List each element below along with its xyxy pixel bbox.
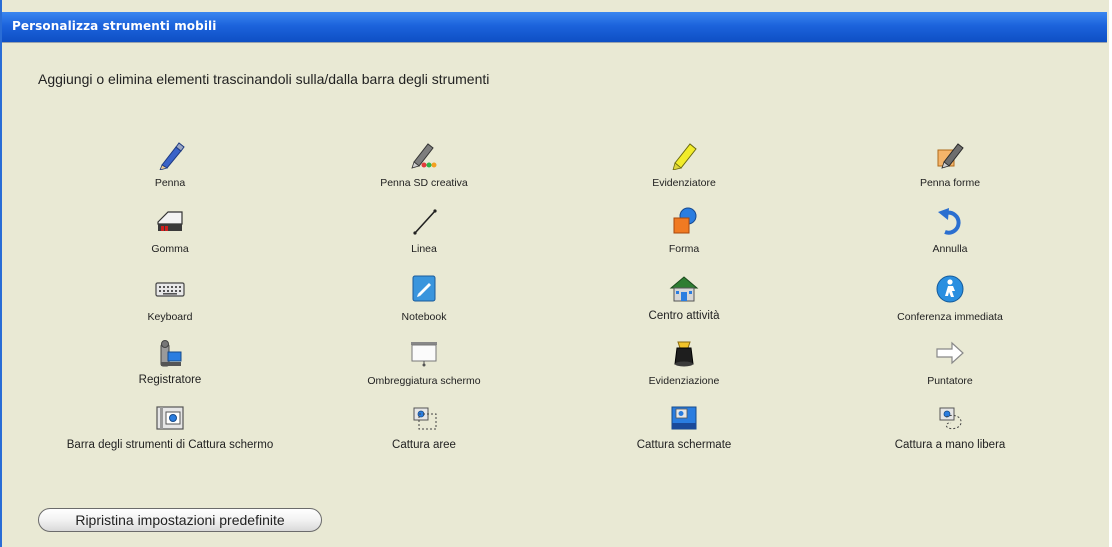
screen-capture-icon <box>668 403 700 433</box>
tool-label: Annulla <box>932 243 968 255</box>
screen-capture-toolbar-icon <box>154 403 186 433</box>
tool-label: Centro attività <box>648 310 720 322</box>
tool-label: Cattura a mano libera <box>894 439 1006 451</box>
line-icon <box>408 206 440 236</box>
tool-label: Puntatore <box>927 375 973 387</box>
tool-cattura-aree[interactable]: Cattura aree <box>274 403 574 458</box>
tool-label: Ombreggiatura schermo <box>367 375 481 387</box>
activity-center-icon <box>668 274 700 304</box>
tool-evidenziazione[interactable]: Evidenziazione <box>534 338 834 393</box>
highlighter-icon <box>668 140 700 170</box>
tool-centro-attivita[interactable]: Centro attività <box>534 274 834 329</box>
instructions-text: Aggiungi o elimina elementi trascinandol… <box>38 71 490 87</box>
shape-pen-icon <box>934 140 966 170</box>
tool-label: Linea <box>411 243 437 255</box>
tool-notebook[interactable]: Notebook <box>274 274 574 329</box>
tool-linea[interactable]: Linea <box>274 206 574 261</box>
tool-cattura-schermate[interactable]: Cattura schermate <box>534 403 834 458</box>
window-title: Personalizza strumenti mobili <box>12 19 217 33</box>
tool-puntatore[interactable]: Puntatore <box>800 338 1100 393</box>
tool-conferenza-immediata[interactable]: Conferenza immediata <box>800 274 1100 329</box>
tool-annulla[interactable]: Annulla <box>800 206 1100 261</box>
tool-penna-sd-creativa[interactable]: Penna SD creativa <box>274 140 574 195</box>
shape-icon <box>668 206 700 236</box>
tool-forma[interactable]: Forma <box>534 206 834 261</box>
tool-ombreggiatura-schermo[interactable]: Ombreggiatura schermo <box>274 338 574 393</box>
creative-pen-icon <box>408 140 440 170</box>
keyboard-icon <box>154 274 186 304</box>
tool-label: Penna SD creativa <box>380 177 468 189</box>
screen-shade-icon <box>408 338 440 368</box>
tool-label: Evidenziazione <box>648 375 720 387</box>
undo-icon <box>934 206 966 236</box>
notebook-icon <box>408 274 440 304</box>
tool-label: Cattura aree <box>392 439 456 451</box>
tool-label: Cattura schermate <box>636 439 732 451</box>
tool-cattura-mano-libera[interactable]: Cattura a mano libera <box>800 403 1100 458</box>
tool-penna-forme[interactable]: Penna forme <box>800 140 1100 195</box>
area-capture-icon <box>408 403 440 433</box>
tool-label: Forma <box>668 243 700 255</box>
eraser-icon <box>154 206 186 236</box>
spotlight-icon <box>668 338 700 368</box>
tool-evidenziatore[interactable]: Evidenziatore <box>534 140 834 195</box>
pointer-arrow-icon <box>934 338 966 368</box>
customize-tools-dialog: Personalizza strumenti mobili Aggiungi o… <box>0 0 1112 547</box>
tool-label: Conferenza immediata <box>897 311 1003 323</box>
tool-label: Penna forme <box>919 177 981 189</box>
instant-conference-icon <box>934 274 966 304</box>
recorder-icon <box>154 338 186 368</box>
freehand-capture-icon <box>934 403 966 433</box>
restore-defaults-button[interactable]: Ripristina impostazioni predefinite <box>38 508 322 532</box>
tool-label: Evidenziatore <box>652 177 716 189</box>
pen-icon <box>154 140 186 170</box>
tool-label: Notebook <box>401 311 447 323</box>
title-bar[interactable]: Personalizza strumenti mobili <box>2 12 1107 43</box>
